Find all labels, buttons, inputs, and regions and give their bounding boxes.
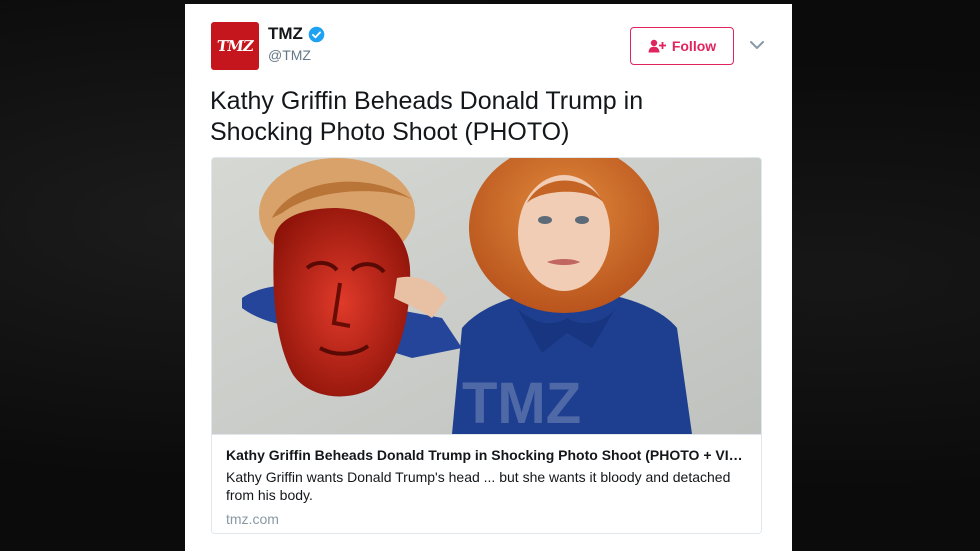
video-frame: TMZ TMZ @TMZ Follow Kathy Griffin Behead… bbox=[0, 0, 980, 551]
card-image[interactable]: TMZ bbox=[212, 158, 761, 434]
account-name[interactable]: TMZ bbox=[268, 24, 303, 44]
tweet-text: Kathy Griffin Beheads Donald Trump in Sh… bbox=[210, 87, 644, 146]
verified-badge-icon bbox=[308, 26, 325, 43]
card-body[interactable]: Kathy Griffin Beheads Donald Trump in Sh… bbox=[212, 434, 761, 533]
chevron-down-icon[interactable] bbox=[749, 38, 765, 50]
follow-button[interactable]: Follow bbox=[630, 27, 734, 65]
account-name-row[interactable]: TMZ bbox=[268, 24, 325, 44]
tweet-card: TMZ TMZ @TMZ Follow Kathy Griffin Behead… bbox=[185, 4, 792, 551]
add-user-icon bbox=[648, 39, 666, 53]
link-preview-card[interactable]: TMZ Kathy Griffin Beheads Donald Trump i… bbox=[211, 157, 762, 534]
card-description: Kathy Griffin wants Donald Trump's head … bbox=[226, 469, 731, 503]
follow-button-label: Follow bbox=[671, 38, 717, 54]
account-handle[interactable]: @TMZ bbox=[268, 47, 311, 63]
card-domain: tmz.com bbox=[226, 511, 279, 527]
avatar[interactable]: TMZ bbox=[211, 22, 259, 70]
avatar-logo-text: TMZ bbox=[215, 37, 255, 55]
card-title[interactable]: Kathy Griffin Beheads Donald Trump in Sh… bbox=[226, 446, 747, 464]
image-watermark: TMZ bbox=[462, 371, 581, 434]
